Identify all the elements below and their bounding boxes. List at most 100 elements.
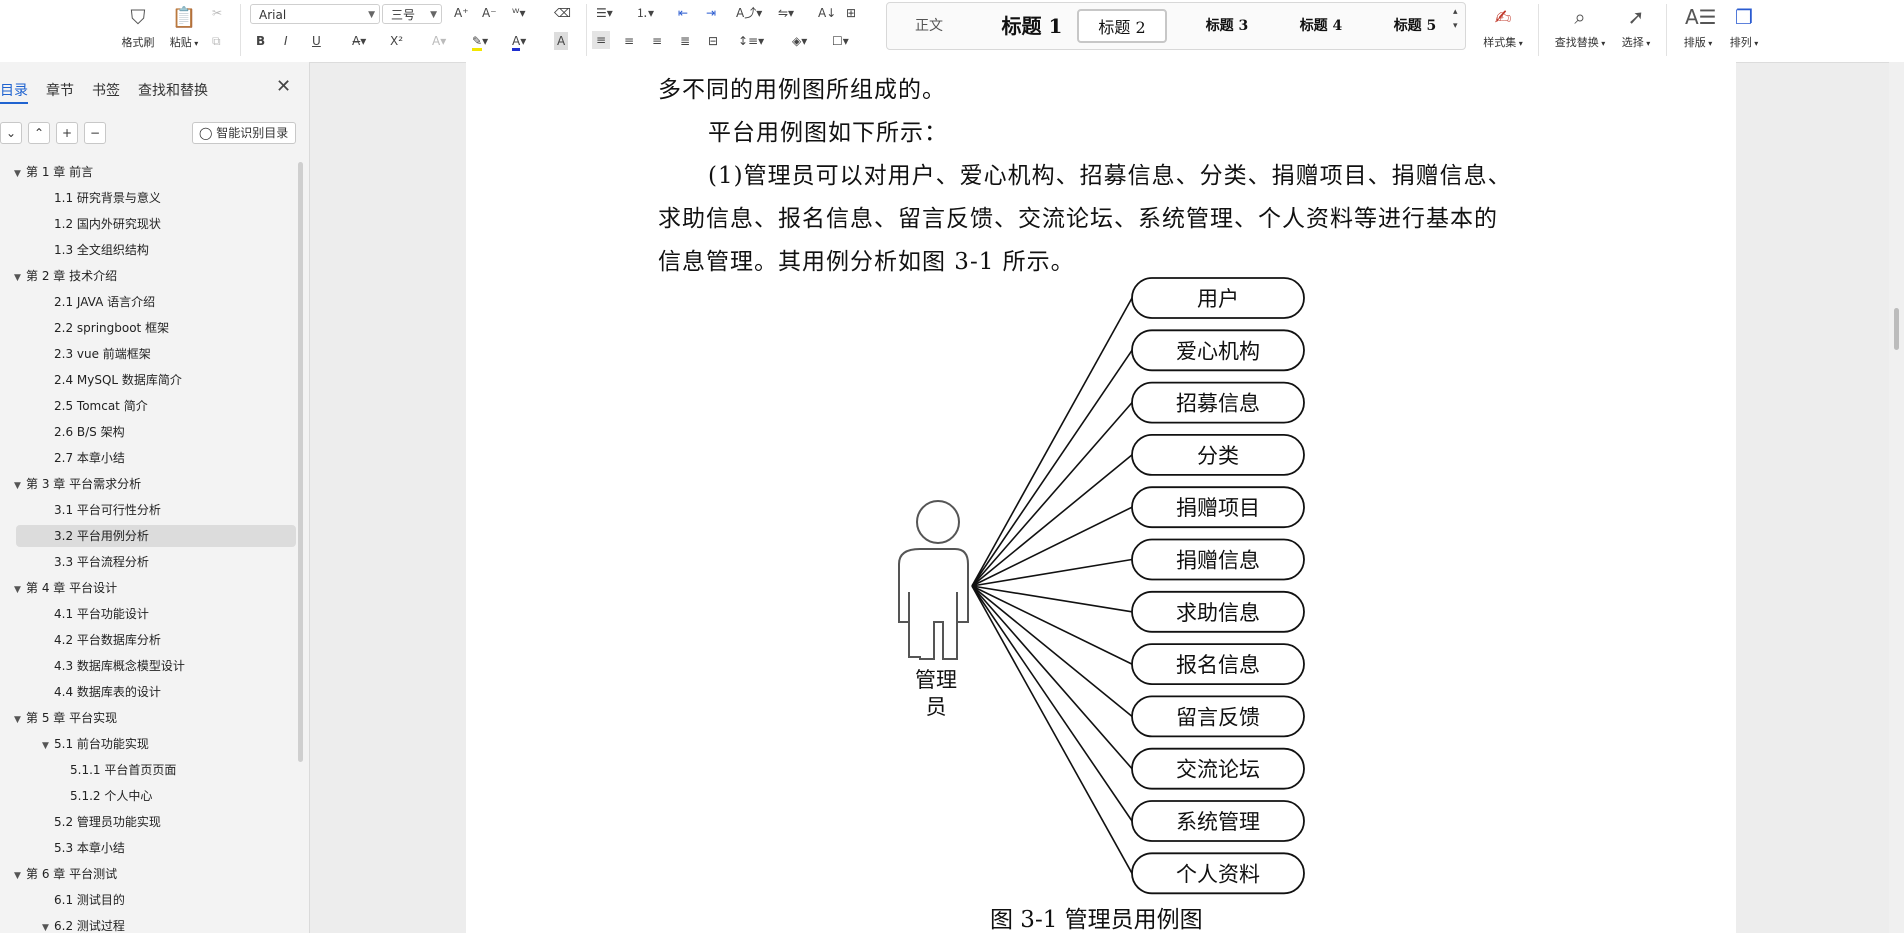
add-heading-button[interactable]: + [56,122,78,144]
toc-item[interactable]: 3.1 平台可行性分析 [54,500,161,520]
expand-triangle-icon[interactable]: ▼ [14,476,26,496]
smart-toc-button[interactable]: ◯ 智能识别目录 [192,122,296,144]
actor-label-line1: 管理 [915,668,957,692]
toc-item[interactable]: 5.1.1 平台首页页面 [70,760,176,780]
style-heading-5[interactable]: 标题 5 [1375,9,1455,43]
char-shading-icon[interactable]: A [554,32,569,50]
tab-bookmarks[interactable]: 书签 [92,80,120,100]
shrink-font-icon[interactable]: A⁻ [482,4,497,22]
document-scrollbar[interactable] [1889,62,1904,933]
toc-item[interactable]: 1.3 全文组织结构 [54,240,149,260]
align-right-icon[interactable]: ≡ [652,32,662,50]
toc-item[interactable]: 1.1 研究背景与意义 [54,188,161,208]
toc-item[interactable]: 2.4 MySQL 数据库简介 [54,370,182,390]
toc-item[interactable]: 2.5 Tomcat 简介 [54,396,148,416]
document-page[interactable]: 多不同的用例图所组成的。 平台用例图如下所示： (1)管理员可以对用户、爱心机构… [466,62,1736,933]
shading-icon[interactable]: ◈▾ [792,32,807,50]
toc-item[interactable]: ▼ 第 6 章 平台测试 [14,864,117,884]
expand-triangle-icon[interactable]: ▼ [14,164,26,184]
layout-button[interactable]: A☰ 排版 ▾ [1676,0,1720,60]
expand-triangle-icon[interactable]: ▼ [14,710,26,730]
justify-icon[interactable]: ≣ [680,32,690,50]
toc-item[interactable]: 2.6 B/S 架构 [54,422,125,442]
superscript-button[interactable]: X² [390,32,403,50]
tab-chapters[interactable]: 章节 [46,80,74,100]
toc-item[interactable]: 4.4 数据库表的设计 [54,682,161,702]
text-effect-icon[interactable]: A▾ [432,32,446,50]
clear-format-icon[interactable]: ⌫ [554,4,571,22]
line-spacing-icon[interactable]: ↕≡▾ [738,32,764,50]
align-left-icon[interactable]: ≡ [592,31,611,49]
grow-font-icon[interactable]: A⁺ [454,4,469,22]
style-heading-2[interactable]: 标题 2 [1077,9,1167,43]
toc-item[interactable]: ▼ 第 4 章 平台设计 [14,578,117,598]
expand-triangle-icon[interactable]: ▼ [42,736,54,756]
numbered-list-icon[interactable]: ⒈▾ [636,4,654,22]
copy-icon[interactable]: ⧉ [212,32,221,50]
find-replace-button[interactable]: ⌕ 查找替换 ▾ [1548,0,1612,60]
cut-icon[interactable]: ✂ [212,4,222,22]
italic-button[interactable]: I [284,32,288,50]
toc-item[interactable]: 1.2 国内外研究现状 [54,214,161,234]
line-break-icon[interactable]: ⇋▾ [778,4,794,22]
toc-item[interactable]: ▼ 第 1 章 前言 [14,162,93,182]
toc-item[interactable]: 5.2 管理员功能实现 [54,812,161,832]
expand-triangle-icon[interactable]: ▼ [42,918,54,933]
phonetic-icon[interactable]: ᵂ▾ [512,4,526,22]
bold-button[interactable]: B [256,32,265,50]
align-center-icon[interactable]: ≡ [624,32,634,50]
style-heading-1[interactable]: 标题 1 [987,9,1077,43]
text-direction-icon[interactable]: A⤴▾ [736,4,762,22]
style-set-button[interactable]: ✍ 样式集 ▾ [1476,0,1530,60]
expand-up-button[interactable]: ⌃ [28,122,50,144]
scrollbar-thumb[interactable] [1894,308,1899,350]
arrange-button[interactable]: ❐ 排列 ▾ [1722,0,1766,60]
highlight-icon[interactable]: ✎▾ [472,32,488,51]
font-name-select[interactable]: Arial ▼ [250,4,380,24]
show-marks-icon[interactable]: ⊞ [846,4,856,22]
toc-item[interactable]: ▼ 6.2 测试过程 [42,916,125,933]
increase-indent-icon[interactable]: ⇥ [706,4,716,22]
font-size-select[interactable]: 三号 ▼ [382,4,442,24]
toc-item[interactable]: 3.2 平台用例分析 [54,526,149,546]
tab-toc[interactable]: 目录 [0,80,28,100]
select-button[interactable]: ➚ 选择 ▾ [1614,0,1658,60]
toc-item[interactable]: 2.1 JAVA 语言介绍 [54,292,155,312]
style-heading-4[interactable]: 标题 4 [1281,9,1361,43]
toc-item[interactable]: 4.2 平台数据库分析 [54,630,161,650]
toc-item[interactable]: 4.3 数据库概念模型设计 [54,656,185,676]
toc-item[interactable]: 5.1.2 个人中心 [70,786,152,806]
toc-item[interactable]: ▼ 第 5 章 平台实现 [14,708,117,728]
border-icon[interactable]: ☐▾ [832,32,849,50]
format-painter-button[interactable]: ⛉ 格式刷 [116,0,160,60]
expand-triangle-icon[interactable]: ▼ [14,866,26,886]
gallery-scroll-down-icon[interactable]: ▾ [1453,17,1458,35]
sidebar-scrollbar[interactable] [298,162,303,762]
close-icon[interactable]: ✕ [276,76,291,97]
toc-item[interactable]: 5.3 本章小结 [54,838,125,858]
style-heading-3[interactable]: 标题 3 [1187,9,1267,43]
decrease-indent-icon[interactable]: ⇤ [678,4,688,22]
toc-item[interactable]: 2.2 springboot 框架 [54,318,169,338]
style-normal[interactable]: 正文 [899,9,959,43]
toc-item[interactable]: 4.1 平台功能设计 [54,604,149,624]
sort-icon[interactable]: A↓ [818,4,836,22]
paste-button[interactable]: 📋 粘贴 ▾ [162,0,206,60]
tab-find-replace[interactable]: 查找和替换 [138,80,208,100]
toc-item[interactable]: 3.3 平台流程分析 [54,552,149,572]
expand-triangle-icon[interactable]: ▼ [14,268,26,288]
toc-item[interactable]: ▼ 第 3 章 平台需求分析 [14,474,141,494]
toc-item[interactable]: 2.7 本章小结 [54,448,125,468]
strikethrough-icon[interactable]: A̶▾ [352,32,366,50]
font-color-button[interactable]: A▾ [512,32,526,51]
toc-item[interactable]: 6.1 测试目的 [54,890,125,910]
distributed-icon[interactable]: ⊟ [708,32,718,50]
collapse-all-button[interactable]: ⌄ [0,122,22,144]
toc-item[interactable]: ▼ 第 2 章 技术介绍 [14,266,117,286]
toc-item[interactable]: 2.3 vue 前端框架 [54,344,151,364]
remove-heading-button[interactable]: − [84,122,106,144]
toc-item[interactable]: ▼ 5.1 前台功能实现 [42,734,149,754]
underline-button[interactable]: U [312,32,321,50]
bullet-list-icon[interactable]: ☰▾ [596,4,613,22]
expand-triangle-icon[interactable]: ▼ [14,580,26,600]
